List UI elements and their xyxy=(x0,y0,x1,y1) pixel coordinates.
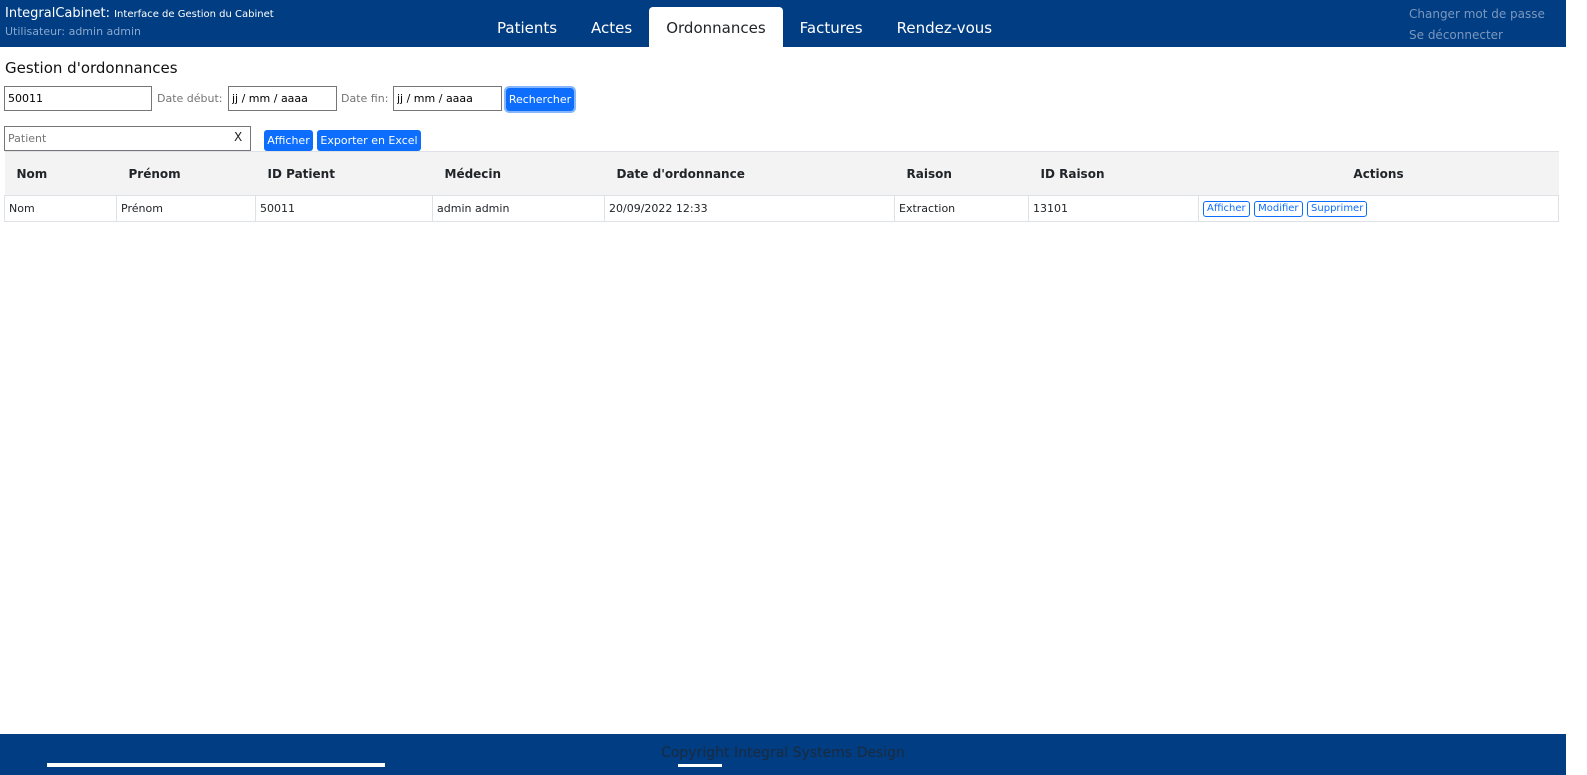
column-header-nom[interactable]: Nom xyxy=(4,151,117,196)
change-password-link[interactable]: Changer mot de passe xyxy=(1409,4,1545,25)
table-row: Nom Prénom 50011 admin admin 20/09/2022 … xyxy=(4,195,1559,222)
column-header-raison[interactable]: Raison xyxy=(894,151,1029,196)
footer-copyright: Copyright Integral Systems Design xyxy=(661,745,905,761)
column-header-medecin[interactable]: Médecin xyxy=(432,151,605,196)
top-navbar: IntegralCabinet: Interface de Gestion du… xyxy=(0,0,1566,47)
edit-row-button[interactable]: Modifier xyxy=(1254,200,1303,217)
cell-medecin: admin admin xyxy=(432,195,605,222)
app-subtitle: Interface de Gestion du Cabinet xyxy=(114,9,274,20)
column-header-actions: Actions xyxy=(1198,151,1559,196)
view-row-button[interactable]: Afficher xyxy=(1203,200,1250,217)
column-header-prenom[interactable]: Prénom xyxy=(116,151,256,196)
column-header-date[interactable]: Date d'ordonnance xyxy=(604,151,895,196)
app-name: IntegralCabinet: xyxy=(5,6,110,21)
account-links: Changer mot de passe Se déconnecter xyxy=(1409,4,1545,46)
cell-date: 20/09/2022 12:33 xyxy=(604,195,895,222)
column-header-id-patient[interactable]: ID Patient xyxy=(255,151,433,196)
delete-row-button[interactable]: Supprimer xyxy=(1307,200,1368,217)
tab-ordonnances[interactable]: Ordonnances xyxy=(649,7,783,47)
date-end-input[interactable] xyxy=(393,86,502,111)
tab-rendez-vous[interactable]: Rendez-vous xyxy=(880,7,1010,47)
cell-id-raison: 13101 xyxy=(1028,195,1199,222)
cell-raison: Extraction xyxy=(894,195,1029,222)
date-start-input[interactable] xyxy=(228,86,337,111)
page-title: Gestion d'ordonnances xyxy=(5,59,178,77)
footer-strip xyxy=(678,764,722,767)
show-button[interactable]: Afficher xyxy=(264,130,313,151)
search-button[interactable]: Rechercher xyxy=(504,86,576,113)
page-scrollbar[interactable] xyxy=(1566,0,1587,775)
logout-link[interactable]: Se déconnecter xyxy=(1409,25,1545,46)
cell-actions: Afficher Modifier Supprimer xyxy=(1198,195,1559,222)
tab-actes[interactable]: Actes xyxy=(574,7,649,47)
current-user: Utilisateur: admin admin xyxy=(5,25,142,38)
date-end-label: Date fin: xyxy=(341,92,389,105)
column-header-id-raison[interactable]: ID Raison xyxy=(1028,151,1199,196)
cell-id-patient: 50011 xyxy=(255,195,433,222)
patient-id-input[interactable] xyxy=(4,86,152,111)
patient-search-input[interactable] xyxy=(4,126,251,151)
clear-patient-button[interactable]: X xyxy=(234,130,242,144)
main-nav: Patients Actes Ordonnances Factures Rend… xyxy=(480,7,1009,47)
date-start-label: Date début: xyxy=(157,92,223,105)
tab-factures[interactable]: Factures xyxy=(783,7,880,47)
tab-patients[interactable]: Patients xyxy=(480,7,574,47)
app-title: IntegralCabinet: Interface de Gestion du… xyxy=(5,6,274,21)
table-header-row: Nom Prénom ID Patient Médecin Date d'ord… xyxy=(4,151,1559,196)
footer-strip xyxy=(47,763,385,767)
export-excel-button[interactable]: Exporter en Excel xyxy=(317,130,421,151)
cell-prenom: Prénom xyxy=(116,195,256,222)
prescriptions-table: Nom Prénom ID Patient Médecin Date d'ord… xyxy=(4,151,1559,222)
cell-nom: Nom xyxy=(4,195,117,222)
